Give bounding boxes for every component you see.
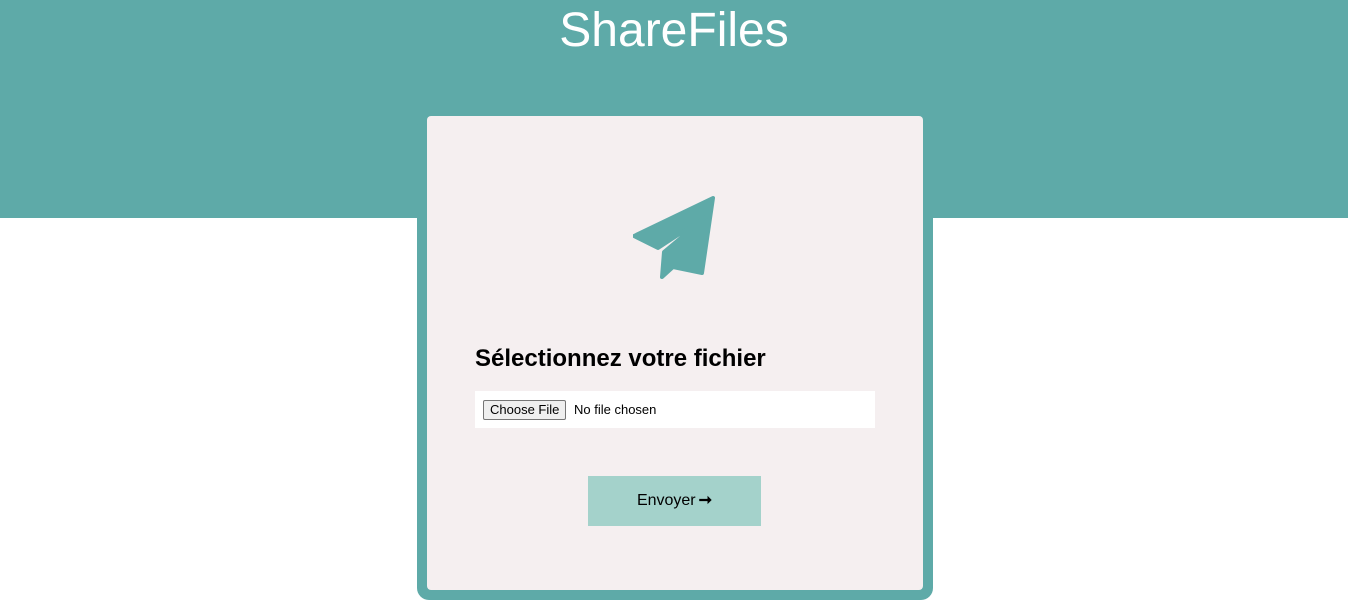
send-button[interactable]: Envoyer ➞ [588, 476, 761, 526]
choose-file-button[interactable]: Choose File [483, 400, 567, 420]
paper-plane-icon [633, 196, 715, 279]
file-input-field[interactable]: Choose File No file chosen [475, 391, 875, 428]
arrow-right-icon: ➞ [698, 492, 713, 509]
upload-form-title: Sélectionnez votre fichier [475, 345, 766, 372]
app-title: ShareFiles [559, 4, 789, 57]
file-status-text: No file chosen [574, 402, 657, 417]
send-button-label: Envoyer [636, 492, 696, 509]
